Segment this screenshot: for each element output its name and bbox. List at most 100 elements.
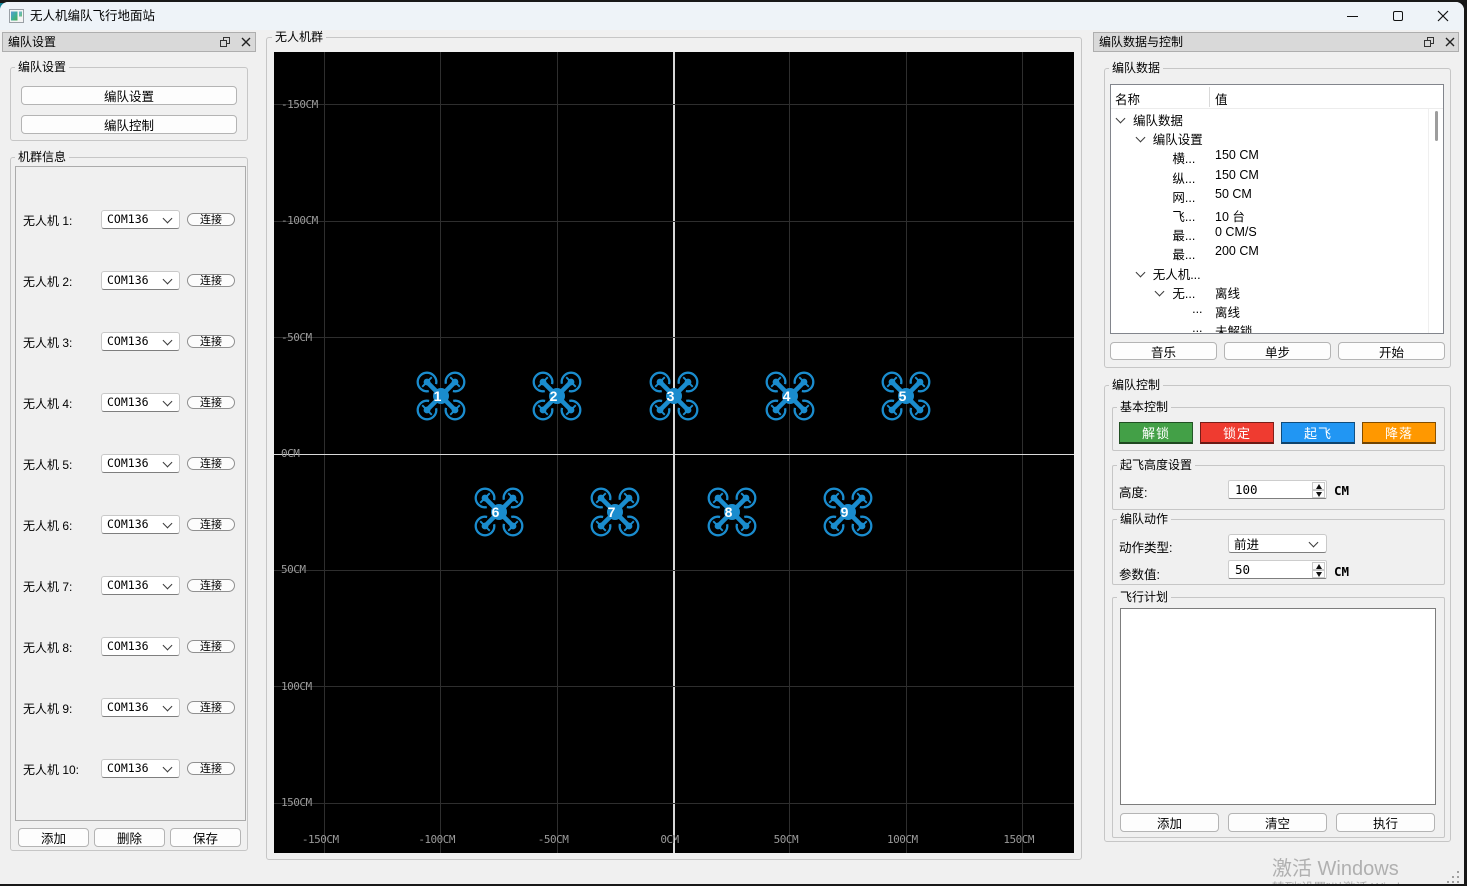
connect-button[interactable]: 连接 [187, 639, 235, 653]
connect-button[interactable]: 连接 [187, 456, 235, 470]
formation-control-button[interactable]: 编队控制 [21, 115, 237, 134]
grip-dot [1452, 876, 1454, 878]
height-spinbox[interactable]: 100 [1228, 480, 1327, 499]
drone-marker-7[interactable]: 7 [589, 486, 641, 538]
scrollbar-thumb[interactable] [1435, 111, 1438, 141]
connect-button[interactable]: 连接 [187, 700, 235, 714]
com-port-select[interactable]: COM136 [101, 331, 180, 351]
param-spinbox[interactable]: 50 [1228, 560, 1327, 579]
left-dock-header[interactable]: 编队设置 [2, 32, 256, 52]
flight-plan-button[interactable]: 清空 [1228, 813, 1327, 832]
drone-map-canvas[interactable]: -150CM -100CM -50CM 0CM 50CM 100CM 150CM -150CM… [274, 52, 1074, 853]
chevron-down-icon[interactable] [1135, 132, 1146, 143]
maximize-button[interactable] [1378, 2, 1418, 30]
right-dock-header[interactable]: 编队数据与控制 [1093, 32, 1459, 52]
connect-button[interactable]: 连接 [187, 273, 235, 287]
com-port-select[interactable]: COM136 [101, 270, 180, 290]
float-icon[interactable] [220, 37, 231, 48]
resize-grip[interactable] [1447, 871, 1461, 884]
minimize-button[interactable] [1332, 2, 1372, 30]
drone-marker-4[interactable]: 4 [764, 370, 816, 422]
com-port-select[interactable]: COM136 [101, 209, 180, 229]
com-port-select[interactable]: COM136 [101, 575, 180, 595]
tree-row[interactable]: 编队数据 [1111, 109, 1443, 128]
tree-column-name[interactable]: 名称 [1115, 89, 1140, 108]
fleet-footer-button[interactable]: 添加 [18, 828, 89, 847]
chevron-down-icon [1308, 537, 1319, 548]
tree-scrollbar[interactable] [1428, 109, 1443, 333]
tree-row[interactable]: ... 未解锁 [1111, 320, 1443, 333]
window-top-edge [0, 0, 1467, 2]
tree-column-value[interactable]: 值 [1215, 89, 1228, 108]
spin-down-button[interactable] [1312, 490, 1325, 498]
tree-item-value: 50 CM [1215, 186, 1252, 201]
tree-row[interactable]: ... 离线 [1111, 301, 1443, 320]
connect-button[interactable]: 连接 [187, 761, 235, 775]
fleet-row: 无人机 5: COM136 连接 [16, 453, 245, 473]
connect-button[interactable]: 连接 [187, 334, 235, 348]
basic-control-button[interactable]: 解锁 [1119, 422, 1193, 444]
fleet-footer-button[interactable]: 删除 [94, 828, 165, 847]
x-tick-label: 100CM [886, 833, 918, 846]
com-port-select[interactable]: COM136 [101, 392, 180, 412]
flight-plan-button[interactable]: 添加 [1120, 813, 1219, 832]
chevron-down-icon [162, 457, 173, 467]
x-tick-label: 50CM [773, 833, 799, 846]
activate-windows-watermark-line2: 转到“设置”以激活 Windows。 [1272, 877, 1435, 884]
param-value-label: 参数值: [1119, 568, 1160, 582]
tree-row[interactable]: 无... 离线 [1111, 282, 1443, 301]
action-type-select[interactable]: 前进 [1228, 534, 1327, 553]
tree-column-divider[interactable] [1209, 87, 1210, 107]
drone-marker-6[interactable]: 6 [473, 486, 525, 538]
flight-plan-button[interactable]: 执行 [1336, 813, 1435, 832]
drone-marker-1[interactable]: 1 [415, 370, 467, 422]
formation-settings-button[interactable]: 编队设置 [21, 86, 237, 105]
connect-button[interactable]: 连接 [187, 517, 235, 531]
com-port-select[interactable]: COM136 [101, 514, 180, 534]
formation-data-tree[interactable]: 名称 值 编队数据 编队设置 横... 150 CM 纵... 150 CM 网… [1110, 84, 1444, 334]
data-group-button[interactable]: 开始 [1338, 342, 1445, 360]
tree-row[interactable]: 最... 200 CM [1111, 243, 1443, 262]
tree-row[interactable]: 飞... 10 台 [1111, 205, 1443, 224]
svg-text:8: 8 [724, 504, 732, 520]
tree-row[interactable]: 编队设置 [1111, 128, 1443, 147]
tree-row[interactable]: 横... 150 CM [1111, 147, 1443, 166]
drone-marker-5[interactable]: 5 [880, 370, 932, 422]
drone-marker-2[interactable]: 2 [531, 370, 583, 422]
float-icon[interactable] [1424, 37, 1435, 48]
close-button[interactable] [1423, 2, 1463, 30]
basic-control-button[interactable]: 降落 [1362, 422, 1436, 444]
drone-marker-8[interactable]: 8 [706, 486, 758, 538]
close-icon[interactable] [1444, 36, 1456, 48]
com-port-select[interactable]: COM136 [101, 636, 180, 656]
tree-row[interactable]: 无人机... [1111, 263, 1443, 282]
fleet-footer-button[interactable]: 保存 [170, 828, 241, 847]
chevron-down-icon [162, 274, 173, 284]
x-tick-label: 150CM [1003, 833, 1034, 846]
close-icon[interactable] [240, 36, 252, 48]
com-port-select[interactable]: COM136 [101, 453, 180, 473]
spin-up-button[interactable] [1312, 562, 1325, 570]
chevron-down-icon[interactable] [1154, 286, 1165, 297]
connect-button[interactable]: 连接 [187, 578, 235, 592]
tree-row[interactable]: 最... 0 CM/S [1111, 224, 1443, 243]
tree-row[interactable]: 网... 50 CM [1111, 186, 1443, 205]
data-group-button[interactable]: 音乐 [1110, 342, 1217, 360]
spin-down-button[interactable] [1312, 570, 1325, 578]
right-dock-title: 编队数据与控制 [1099, 35, 1184, 49]
drone-marker-9[interactable]: 9 [822, 486, 874, 538]
spin-up-button[interactable] [1312, 482, 1325, 490]
connect-button[interactable]: 连接 [187, 395, 235, 409]
tree-row[interactable]: 纵... 150 CM [1111, 167, 1443, 186]
flight-plan-list[interactable] [1120, 608, 1436, 805]
com-port-select[interactable]: COM136 [101, 697, 180, 717]
drone-marker-3[interactable]: 3 [648, 370, 700, 422]
basic-control-button[interactable]: 起飞 [1281, 422, 1355, 444]
data-group-button[interactable]: 单步 [1224, 342, 1331, 360]
chevron-down-icon[interactable] [1115, 113, 1126, 124]
com-port-select[interactable]: COM136 [101, 758, 180, 778]
chevron-down-icon[interactable] [1135, 267, 1146, 278]
connect-button[interactable]: 连接 [187, 212, 235, 226]
basic-control-button[interactable]: 锁定 [1200, 422, 1274, 444]
action-type-label: 动作类型: [1119, 541, 1173, 555]
